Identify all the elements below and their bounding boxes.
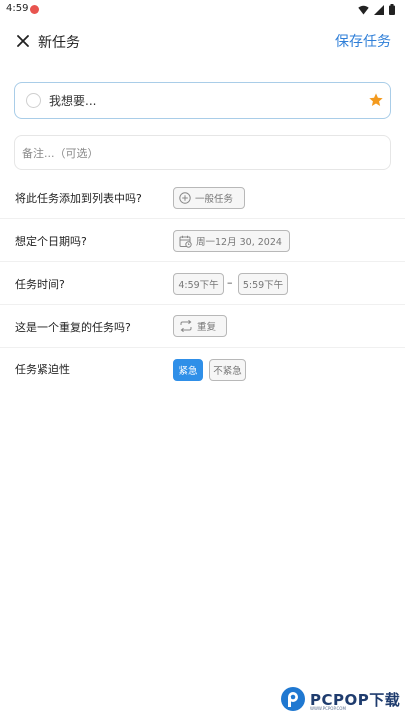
not-urgent-option-label: 不紧急 xyxy=(213,366,242,377)
status-bar: 4:59 xyxy=(0,0,405,20)
repeat-icon xyxy=(180,320,192,332)
calendar-icon xyxy=(179,235,192,248)
list-select-button[interactable]: 一般任务 xyxy=(173,187,245,209)
close-icon xyxy=(17,35,29,47)
list-select-label: 一般任务 xyxy=(195,194,234,205)
app-bar: 新任务 保存任务 xyxy=(0,22,405,62)
note-input[interactable] xyxy=(22,142,372,164)
repeat-row-label: 这是一个重复的任务吗? xyxy=(15,321,131,334)
battery-icon xyxy=(389,4,395,15)
urgency-row-label: 任务紧迫性 xyxy=(15,363,70,376)
task-title-input[interactable] xyxy=(49,89,359,113)
watermark-subtext: WWW.PCPOP.COM xyxy=(310,706,346,711)
urgency-row: 任务紧迫性 紧急 不紧急 xyxy=(0,348,405,391)
repeat-label: 重复 xyxy=(197,322,217,333)
list-row: 将此任务添加到列表中吗? 一般任务 xyxy=(0,176,405,219)
complete-checkbox[interactable] xyxy=(26,93,41,108)
end-time-button[interactable]: 5:59下午 xyxy=(238,273,288,295)
end-time-label: 5:59下午 xyxy=(242,280,284,291)
time-row: 任务时间? 4:59下午 – 5:59下午 xyxy=(0,262,405,305)
date-row: 想定个日期吗? 周一12月 30, 2024 xyxy=(0,219,405,262)
status-time: 4:59 xyxy=(6,3,29,14)
date-select-label: 周一12月 30, 2024 xyxy=(196,237,282,248)
start-time-label: 4:59下午 xyxy=(178,280,219,291)
add-circle-icon xyxy=(179,192,191,204)
wifi-icon xyxy=(358,5,369,14)
list-row-label: 将此任务添加到列表中吗? xyxy=(15,192,142,205)
watermark: PCPOP下载 WWW.PCPOP.COM xyxy=(280,684,400,714)
save-task-button[interactable]: 保存任务 xyxy=(335,31,391,51)
note-box xyxy=(14,135,391,170)
repeat-button[interactable]: 重复 xyxy=(173,315,227,337)
urgent-option-button[interactable]: 紧急 xyxy=(173,359,203,381)
page-title: 新任务 xyxy=(38,35,80,51)
signal-icon xyxy=(374,4,384,15)
not-urgent-option-button[interactable]: 不紧急 xyxy=(209,359,246,381)
notification-icon xyxy=(30,5,39,14)
repeat-row: 这是一个重复的任务吗? 重复 xyxy=(0,305,405,348)
status-icons xyxy=(358,4,395,15)
time-separator: – xyxy=(227,276,233,289)
time-row-label: 任务时间? xyxy=(15,278,65,291)
date-select-button[interactable]: 周一12月 30, 2024 xyxy=(173,230,290,252)
star-icon[interactable] xyxy=(368,92,384,108)
pcpop-logo xyxy=(281,687,305,711)
date-row-label: 想定个日期吗? xyxy=(15,235,87,248)
close-button[interactable] xyxy=(12,30,34,52)
urgent-option-label: 紧急 xyxy=(178,366,198,377)
start-time-button[interactable]: 4:59下午 xyxy=(173,273,224,295)
task-input-box xyxy=(14,82,391,119)
